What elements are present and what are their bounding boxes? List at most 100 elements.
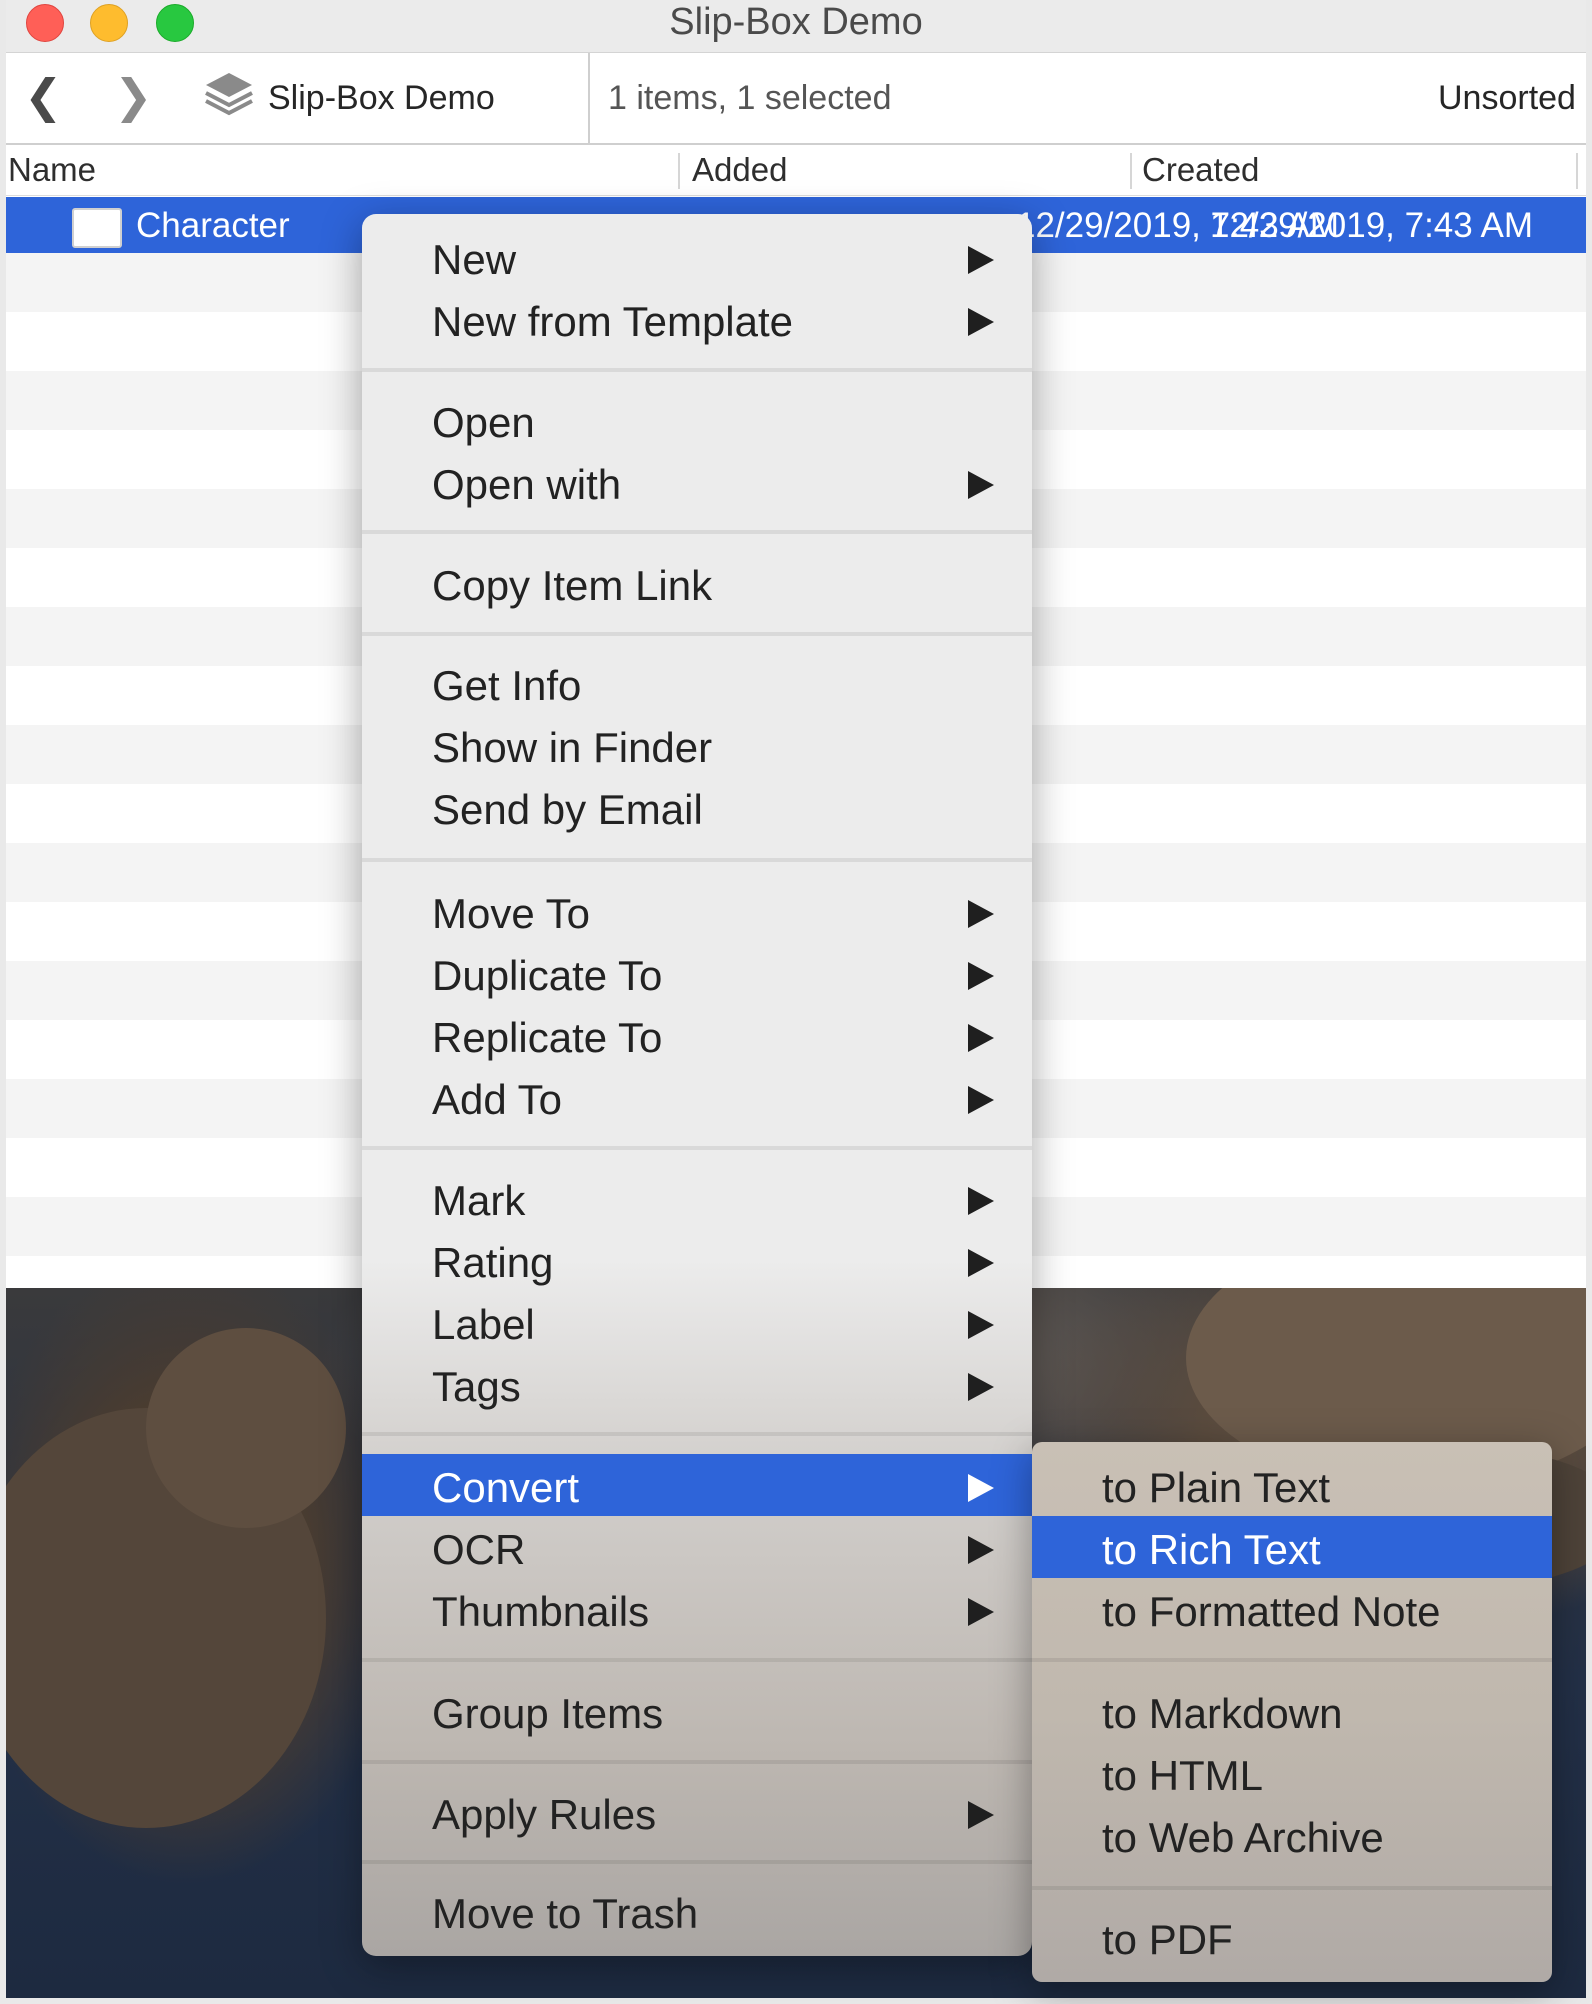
menu-separator [362, 632, 1032, 636]
menu-item-label: Show in Finder [432, 724, 713, 771]
menu-separator [1032, 1658, 1552, 1662]
menu-item-label: Get Info [432, 662, 582, 709]
column-header-created[interactable]: Created [1142, 151, 1259, 189]
menu-item-group-items[interactable]: Group Items [362, 1680, 1032, 1742]
column-divider[interactable] [1130, 153, 1132, 189]
submenu-item-to-markdown[interactable]: to Markdown [1032, 1680, 1552, 1742]
menu-item-apply-rules[interactable]: Apply Rules [362, 1781, 1032, 1843]
menu-item-label: to Markdown [1102, 1690, 1343, 1737]
title-bar[interactable]: Slip-Box Demo [6, 0, 1586, 53]
context-menu: New New from Template Open Open with Cop… [362, 214, 1032, 1956]
column-header-name[interactable]: Name [8, 151, 96, 189]
menu-item-label: to Web Archive [1102, 1814, 1384, 1861]
menu-item-label: Convert [432, 1464, 580, 1511]
back-icon[interactable]: ❮ [24, 73, 63, 119]
submenu-arrow-icon [968, 471, 994, 499]
menu-item-label: to PDF [1102, 1916, 1233, 1963]
menu-item-label-text: Label [432, 1301, 535, 1348]
submenu-arrow-icon [968, 1373, 994, 1401]
column-headers: Name Added Created [6, 145, 1586, 196]
submenu-arrow-icon [968, 1249, 994, 1277]
menu-item-label[interactable]: Label [362, 1291, 1032, 1353]
menu-item-label: New [432, 236, 517, 283]
menu-separator [362, 1860, 1032, 1864]
menu-item-show-in-finder[interactable]: Show in Finder [362, 714, 1032, 776]
submenu-arrow-icon [968, 1086, 994, 1114]
menu-item-duplicate-to[interactable]: Duplicate To [362, 942, 1032, 1004]
row-name: Character [136, 206, 290, 245]
menu-item-add-to[interactable]: Add To [362, 1066, 1032, 1128]
toolbar-divider [588, 53, 590, 143]
menu-item-label: Thumbnails [432, 1588, 650, 1635]
menu-item-label: OCR [432, 1526, 526, 1573]
menu-separator [362, 1432, 1032, 1436]
menu-item-label: Apply Rules [432, 1791, 657, 1838]
submenu-arrow-icon [968, 1474, 994, 1502]
menu-item-label: Mark [432, 1177, 526, 1224]
sort-menu[interactable]: Unsorted [1438, 79, 1576, 118]
menu-item-replicate-to[interactable]: Replicate To [362, 1004, 1032, 1066]
submenu-arrow-icon [968, 1598, 994, 1626]
forward-icon[interactable]: ❯ [114, 73, 153, 119]
menu-item-label: Replicate To [432, 1014, 663, 1061]
menu-item-label: Send by Email [432, 786, 703, 833]
column-divider[interactable] [678, 153, 680, 189]
submenu-item-to-web-archive[interactable]: to Web Archive [1032, 1804, 1552, 1866]
menu-separator [362, 1760, 1032, 1764]
menu-separator [362, 858, 1032, 862]
menu-item-get-info[interactable]: Get Info [362, 652, 1032, 714]
menu-item-new[interactable]: New [362, 226, 1032, 288]
submenu-arrow-icon [968, 1801, 994, 1829]
menu-item-label: Add To [432, 1076, 562, 1123]
menu-item-label: Duplicate To [432, 952, 663, 999]
menu-item-label: to Rich Text [1102, 1526, 1321, 1573]
submenu-item-to-formatted-note[interactable]: to Formatted Note [1032, 1578, 1552, 1640]
menu-separator [362, 368, 1032, 372]
menu-item-label: to Plain Text [1102, 1464, 1331, 1511]
submenu-arrow-icon [968, 962, 994, 990]
submenu-item-to-plain-text[interactable]: to Plain Text [1032, 1454, 1552, 1516]
menu-item-move-to[interactable]: Move To [362, 880, 1032, 942]
menu-item-label: Tags [432, 1363, 521, 1410]
menu-separator [362, 530, 1032, 534]
menu-item-label: to Formatted Note [1102, 1588, 1441, 1635]
submenu-item-to-rich-text[interactable]: to Rich Text [1032, 1516, 1552, 1578]
submenu-item-to-pdf[interactable]: to PDF [1032, 1906, 1552, 1968]
submenu-arrow-icon [968, 308, 994, 336]
column-header-added[interactable]: Added [692, 151, 787, 189]
database-name[interactable]: Slip-Box Demo [268, 79, 495, 118]
menu-item-label: New from Template [432, 298, 794, 345]
menu-item-open-with[interactable]: Open with [362, 451, 1032, 513]
menu-item-ocr[interactable]: OCR [362, 1516, 1032, 1578]
submenu-arrow-icon [968, 900, 994, 928]
menu-separator [1032, 1886, 1552, 1890]
database-stack-icon [205, 73, 253, 116]
menu-item-tags[interactable]: Tags [362, 1353, 1032, 1415]
menu-item-thumbnails[interactable]: Thumbnails [362, 1578, 1032, 1640]
menu-item-label: Open with [432, 461, 622, 508]
menu-item-label: Open [432, 399, 535, 446]
window-title: Slip-Box Demo [669, 1, 923, 43]
menu-item-label: Move To [432, 890, 590, 937]
menu-item-open[interactable]: Open [362, 389, 1032, 451]
submenu-arrow-icon [968, 246, 994, 274]
submenu-arrow-icon [968, 1311, 994, 1339]
submenu-arrow-icon [968, 1024, 994, 1052]
menu-item-new-from-template[interactable]: New from Template [362, 288, 1032, 350]
menu-item-send-by-email[interactable]: Send by Email [362, 776, 1032, 838]
selection-status: 1 items, 1 selected [608, 79, 892, 117]
submenu-arrow-icon [968, 1536, 994, 1564]
menu-item-label: Group Items [432, 1690, 664, 1737]
menu-item-copy-item-link[interactable]: Copy Item Link [362, 552, 1032, 614]
column-divider[interactable] [1576, 153, 1578, 189]
convert-submenu: to Plain Text to Rich Text to Formatted … [1032, 1442, 1552, 1982]
submenu-arrow-icon [968, 1187, 994, 1215]
submenu-item-to-html[interactable]: to HTML [1032, 1742, 1552, 1804]
menu-item-label: to HTML [1102, 1752, 1264, 1799]
menu-item-move-to-trash[interactable]: Move to Trash [362, 1880, 1032, 1942]
menu-item-convert[interactable]: Convert [362, 1454, 1032, 1516]
menu-item-mark[interactable]: Mark [362, 1167, 1032, 1229]
document-icon [72, 208, 122, 248]
menu-item-label: Rating [432, 1239, 554, 1286]
menu-item-rating[interactable]: Rating [362, 1229, 1032, 1291]
